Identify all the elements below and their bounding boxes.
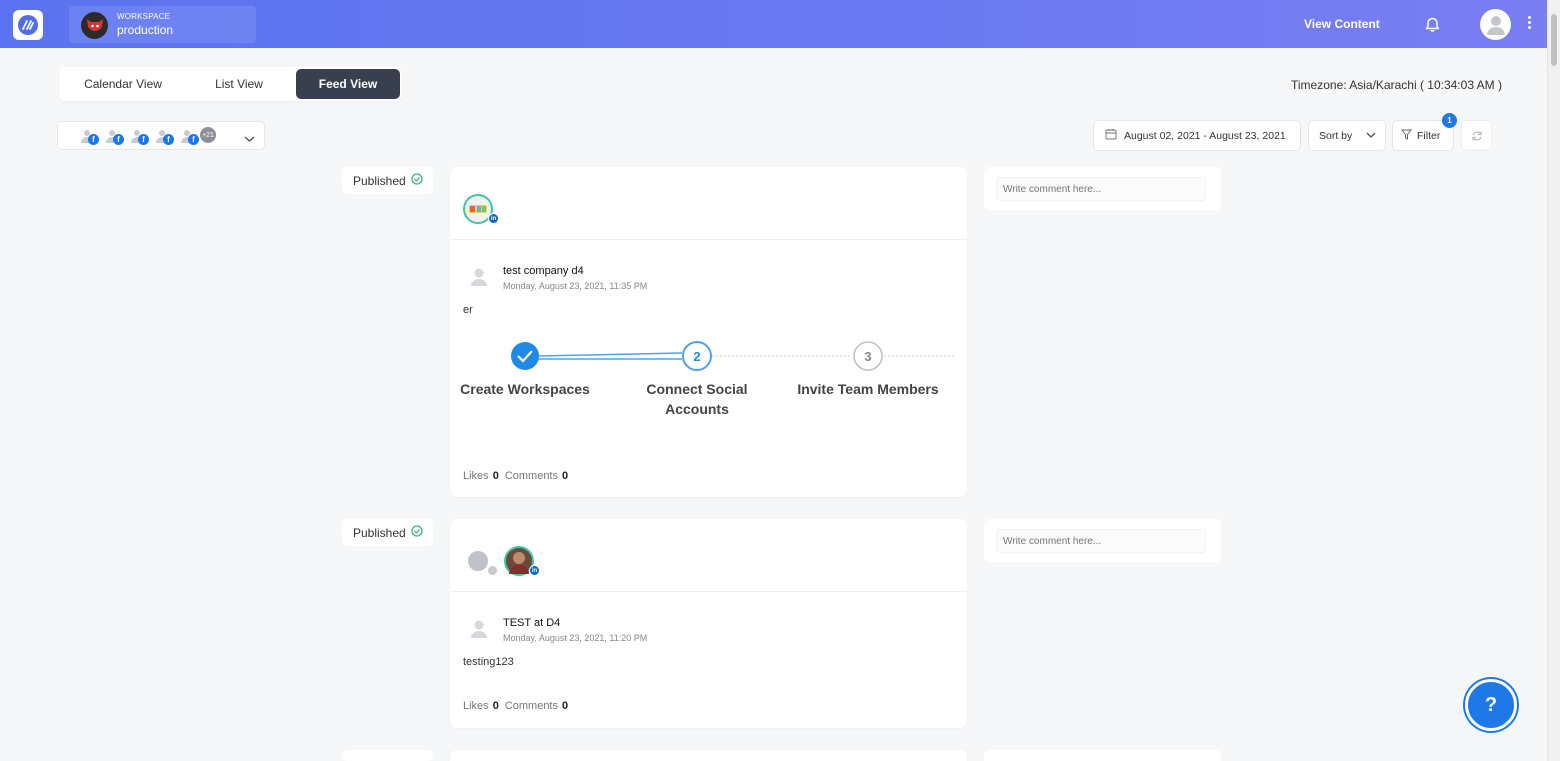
filter-count-badge: 1 [1442,113,1457,128]
step-number: 2 [693,349,701,364]
likes-label: Likes [463,700,489,712]
step-label: Create Workspaces [460,381,590,397]
post-date: Monday, August 23, 2021, 11:20 PM [503,633,648,643]
account-avatar: f [81,129,99,145]
likes-label: Likes [463,470,489,482]
step-label: Connect Social Accounts [646,381,748,417]
post-card: in TEST at D4 Monday, August 23, 2021, 1… [450,519,967,728]
sort-by-dropdown[interactable]: Sort by [1308,120,1386,151]
facebook-icon: f [138,134,149,145]
filter-icon [1400,129,1413,143]
comments-count: 0 [562,700,569,712]
calendar-icon [1105,128,1117,143]
sort-by-label: Sort by [1319,129,1353,142]
post-engagement: Likes 0 Comments 0 [463,470,574,482]
facebook-icon: f [188,134,199,145]
view-switcher: Calendar View List View Feed View [59,67,402,101]
post-author: test company d4 [503,265,584,277]
comments-label: Comments [504,700,558,712]
filter-label: Filter [1417,129,1441,142]
linkedin-icon: in [488,213,499,224]
more-accounts-badge: +21 [200,127,216,143]
comments-count: 0 [562,470,569,482]
divider [450,591,967,592]
author-avatar [471,268,487,286]
date-range-picker[interactable]: August 02, 2021 - August 23, 2021 [1093,120,1301,151]
workspace-switcher[interactable]: WORKSPACE production [69,6,256,43]
help-button[interactable]: ? [1465,679,1517,731]
app-logo[interactable] [13,10,43,40]
account-avatar: f [181,129,199,145]
linkedin-icon: in [529,565,540,576]
comment-panel [984,750,1221,761]
user-avatar[interactable] [1480,9,1511,40]
page-scrollbar[interactable] [1547,0,1560,761]
author-avatar [471,620,487,638]
check-circle-icon [411,173,423,188]
facebook-icon: f [88,134,99,145]
comment-input[interactable] [996,177,1206,201]
post-image[interactable]: 2 3 Create Workspaces Connect Social Acc… [450,334,960,434]
tab-feed-view[interactable]: Feed View [296,69,400,99]
view-content-link[interactable]: View Content [1304,17,1380,31]
likes-count: 0 [492,700,499,712]
workspace-avatar [81,12,108,39]
social-account-avatar[interactable] [468,551,488,571]
check-circle-icon [411,525,423,540]
tab-list-view[interactable]: List View [183,69,295,99]
account-avatar: f [131,129,149,145]
comments-label: Comments [504,470,558,482]
top-navigation-bar: WORKSPACE production View Content [0,0,1547,48]
notification-bell-icon[interactable] [1425,16,1440,37]
facebook-icon: f [163,134,174,145]
account-avatar: f [106,129,124,145]
social-accounts-selector[interactable]: f f f f f +21 [57,121,265,150]
post-text: testing123 [463,656,514,668]
post-status-badge: Published [342,167,433,194]
post-card: in test company d4 Monday, August 23, 20… [450,167,967,497]
post-author: TEST at D4 [503,617,561,629]
step-number: 3 [864,349,872,364]
more-options-icon[interactable] [1525,16,1533,34]
post-status-badge: Published [342,519,433,546]
date-range-text: August 02, 2021 - August 23, 2021 [1124,129,1286,142]
post-date: Monday, August 23, 2021, 11:35 PM [503,281,648,291]
facebook-icon: f [113,134,124,145]
post-card [450,750,967,761]
step-label: Invite Team Members [797,381,939,397]
account-avatar: f [156,129,174,145]
post-status-badge [342,750,433,761]
comment-input[interactable] [996,529,1206,553]
comment-panel [984,519,1221,562]
status-label: Published [353,525,406,540]
tab-calendar-view[interactable]: Calendar View [67,69,179,99]
status-label: Published [353,173,406,188]
chevron-down-icon[interactable] [244,130,255,148]
likes-count: 0 [492,470,499,482]
refresh-icon[interactable] [1461,120,1492,151]
network-icon [487,565,498,576]
divider [450,239,967,240]
timezone-display: Timezone: Asia/Karachi ( 10:34:03 AM ) [1291,78,1502,92]
workspace-label: WORKSPACE [117,12,171,21]
chevron-down-icon [1366,130,1376,142]
comment-panel [984,167,1221,210]
post-engagement: Likes 0 Comments 0 [463,700,574,712]
workspace-name: production [117,23,174,37]
scrollbar-thumb[interactable] [1551,14,1557,66]
post-text: er [463,304,473,316]
